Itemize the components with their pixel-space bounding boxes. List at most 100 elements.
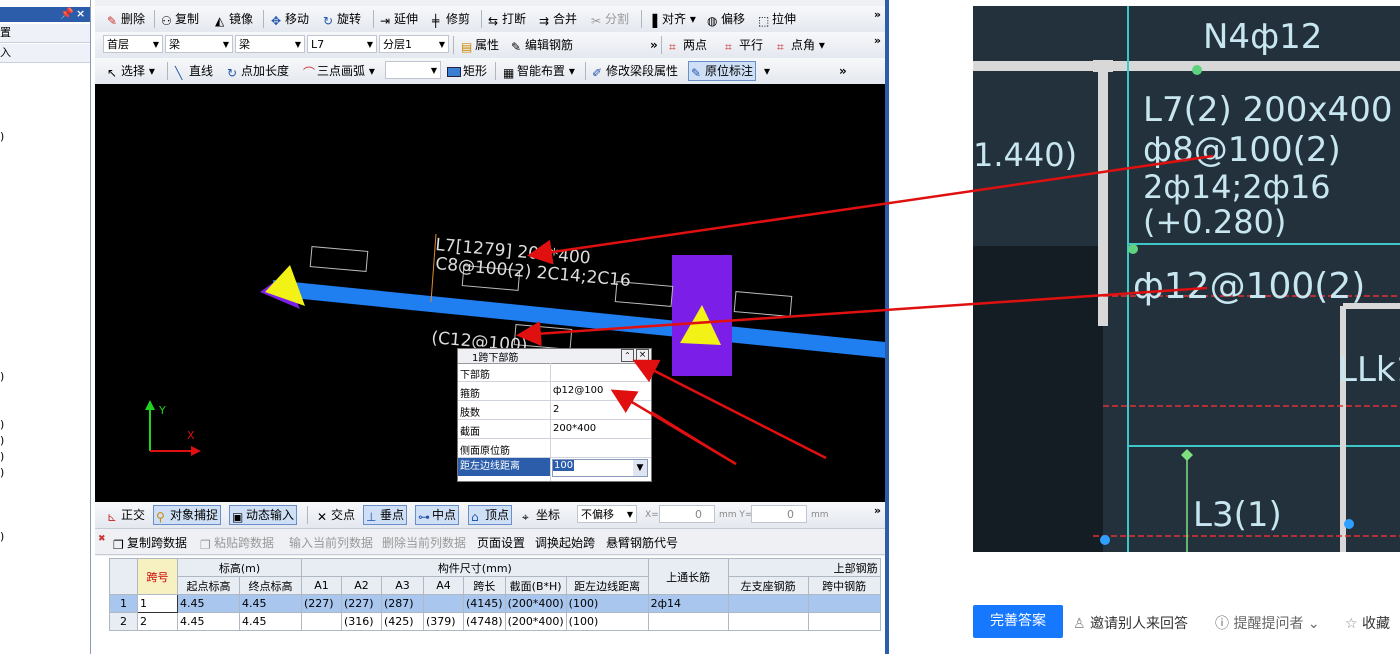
- paste-span-button[interactable]: ❐ 粘贴跨数据: [198, 534, 276, 552]
- floor-select[interactable]: 首层 ▼: [103, 35, 163, 53]
- smart-layout-button[interactable]: ▦ 智能布置 ▾: [501, 62, 577, 80]
- close-icon[interactable]: ✖: [96, 530, 108, 548]
- object-snap-toggle[interactable]: ⚲ 对象捕捉: [153, 505, 222, 525]
- page-setup-button[interactable]: 页面设置: [475, 534, 527, 552]
- in-situ-button[interactable]: ✎ 原位标注: [688, 61, 757, 81]
- input-col-button[interactable]: 输入当前列数据: [287, 534, 375, 552]
- midpoint-toggle[interactable]: ⊶ 中点: [415, 505, 460, 525]
- layer-select[interactable]: 分层1 ▼: [379, 35, 449, 53]
- delete-col-button[interactable]: 删除当前列数据: [380, 534, 468, 552]
- cell-mid[interactable]: [807, 594, 881, 613]
- modify-span-button[interactable]: ✐ 修改梁段属性: [590, 62, 680, 80]
- arc-options-select[interactable]: ▼: [385, 61, 441, 79]
- cell-a1[interactable]: (227): [301, 594, 342, 613]
- delete-button[interactable]: ✎ 删除: [105, 10, 147, 28]
- cell-a4[interactable]: (379): [423, 612, 464, 631]
- copy-button[interactable]: ⚇ 复制: [159, 10, 201, 28]
- element-select[interactable]: L7 ▼: [307, 35, 377, 53]
- cell-distance[interactable]: (100): [565, 594, 649, 613]
- three-point-arc-button[interactable]: ⌒ 三点画弧 ▾: [301, 62, 377, 80]
- edit-rebar-button[interactable]: ✎ 编辑钢筋: [509, 36, 575, 54]
- adjust-start-button[interactable]: 调换起始跨: [533, 534, 597, 552]
- cell-a2[interactable]: (227): [341, 594, 382, 613]
- x-coord-input[interactable]: 0: [659, 505, 715, 523]
- invite-answer-link[interactable]: ♙ 邀请别人来回答: [1073, 613, 1188, 633]
- intersection-toggle[interactable]: ✕ 交点: [315, 506, 357, 524]
- close-icon[interactable]: ×: [76, 7, 85, 20]
- stretch-button[interactable]: ⬚ 拉伸: [756, 10, 798, 28]
- remind-asker-link[interactable]: ⓘ 提醒提问者 ⌄: [1215, 613, 1320, 633]
- table-row[interactable]: 1 1 4.45 4.45 (227) (227) (287) (4145) (…: [109, 594, 881, 613]
- popup-row[interactable]: 截面 200*400: [458, 420, 651, 439]
- table-row[interactable]: 2 2 4.45 4.45 (316) (425) (379) (4748) (…: [109, 612, 881, 631]
- popup-row[interactable]: 箍筋 ф12@100: [458, 382, 651, 401]
- cell-distance[interactable]: (100): [565, 612, 649, 631]
- popup-row-value[interactable]: 200*400: [553, 423, 596, 434]
- complete-answer-button[interactable]: 完善答案: [973, 605, 1063, 638]
- line-button[interactable]: ╲ 直线: [173, 62, 215, 80]
- cell-span[interactable]: 2: [137, 612, 178, 631]
- merge-button[interactable]: ⇉ 合并: [537, 10, 579, 28]
- cell-length[interactable]: (4748): [463, 612, 506, 631]
- point-angle-button[interactable]: ⌗ 点角 ▾: [775, 36, 827, 54]
- break-button[interactable]: ⇆ 打断: [486, 10, 528, 28]
- close-icon[interactable]: ×: [636, 349, 649, 362]
- offset-mode-select[interactable]: 不偏移 ▼: [577, 505, 637, 523]
- move-button[interactable]: ✥ 移动: [269, 10, 311, 28]
- cell-left-seat[interactable]: [727, 594, 809, 613]
- copy-span-button[interactable]: ❐ 复制跨数据: [111, 534, 189, 552]
- cell-section[interactable]: (200*400): [504, 612, 567, 631]
- cell-span[interactable]: 1: [137, 594, 178, 613]
- cell-left-seat[interactable]: [727, 612, 809, 631]
- popup-row[interactable]: 下部筋: [458, 363, 651, 382]
- perpendicular-toggle[interactable]: ⊥ 垂点: [363, 505, 408, 525]
- rect-button[interactable]: 矩形: [445, 62, 489, 80]
- popup-row-value[interactable]: ф12@100: [553, 385, 603, 396]
- more-chevron-icon[interactable]: »: [874, 34, 881, 47]
- ortho-toggle[interactable]: ⊾ 正交: [105, 506, 147, 524]
- coord-toggle[interactable]: ⌖ 坐标: [520, 506, 562, 524]
- left-panel-item[interactable]: 置: [0, 24, 90, 43]
- more-chevron-icon[interactable]: »: [874, 504, 881, 517]
- parallel-button[interactable]: ⌗ 平行: [723, 36, 765, 54]
- y-coord-input[interactable]: 0: [751, 505, 807, 523]
- vertex-toggle[interactable]: ⌂ 顶点: [468, 505, 513, 525]
- more-chevron-icon[interactable]: »: [874, 8, 881, 21]
- popup-row-value[interactable]: 2: [553, 404, 559, 415]
- cantilever-button[interactable]: 悬臂钢筋代号: [604, 534, 680, 552]
- type-select[interactable]: 梁 ▼: [235, 35, 305, 53]
- popup-row[interactable]: 侧面原位筋: [458, 439, 651, 458]
- more-chevron-icon[interactable]: »: [648, 36, 660, 54]
- cell-end[interactable]: 4.45: [239, 594, 302, 613]
- cell-section[interactable]: (200*400): [504, 594, 567, 613]
- offset-button[interactable]: ◍ 偏移: [705, 10, 747, 28]
- two-points-button[interactable]: ⌗ 两点: [667, 36, 709, 54]
- trim-button[interactable]: ╪ 修剪: [430, 10, 472, 28]
- collect-link[interactable]: ☆ 收藏: [1345, 613, 1390, 633]
- left-panel-item[interactable]: 入: [0, 44, 90, 63]
- in-situ-dropdown[interactable]: ▾: [762, 62, 772, 80]
- point-length-button[interactable]: ↻ 点加长度: [225, 62, 291, 80]
- more-chevron-icon[interactable]: »: [837, 62, 849, 80]
- properties-button[interactable]: ▤ 属性: [459, 36, 501, 54]
- cell-a1[interactable]: [301, 612, 342, 631]
- pin-icon[interactable]: 📌: [60, 7, 74, 20]
- collapse-icon[interactable]: ⌃: [621, 349, 634, 362]
- cell-end[interactable]: 4.45: [239, 612, 302, 631]
- cell-mid[interactable]: [807, 612, 881, 631]
- cell-start[interactable]: 4.45: [177, 612, 240, 631]
- mirror-button[interactable]: ◭ 镜像: [213, 10, 255, 28]
- align-button[interactable]: ▐ 对齐 ▾: [646, 10, 698, 28]
- cell-a3[interactable]: (287): [381, 594, 424, 613]
- cell-start[interactable]: 4.45: [177, 594, 240, 613]
- dynamic-input-toggle[interactable]: ▣ 动态输入: [229, 505, 298, 525]
- popup-row[interactable]: 肢数 2: [458, 401, 651, 420]
- distance-input[interactable]: 100 ▼: [552, 459, 648, 477]
- rotate-button[interactable]: ↻ 旋转: [321, 10, 363, 28]
- popup-row[interactable]: 距左边线距离 100 ▼: [458, 458, 651, 477]
- split-button[interactable]: ✂ 分割: [589, 10, 631, 28]
- cell-a3[interactable]: (425): [381, 612, 424, 631]
- cell-top-through[interactable]: [647, 612, 729, 631]
- category-select[interactable]: 梁 ▼: [165, 35, 233, 53]
- cell-a4[interactable]: [423, 594, 464, 613]
